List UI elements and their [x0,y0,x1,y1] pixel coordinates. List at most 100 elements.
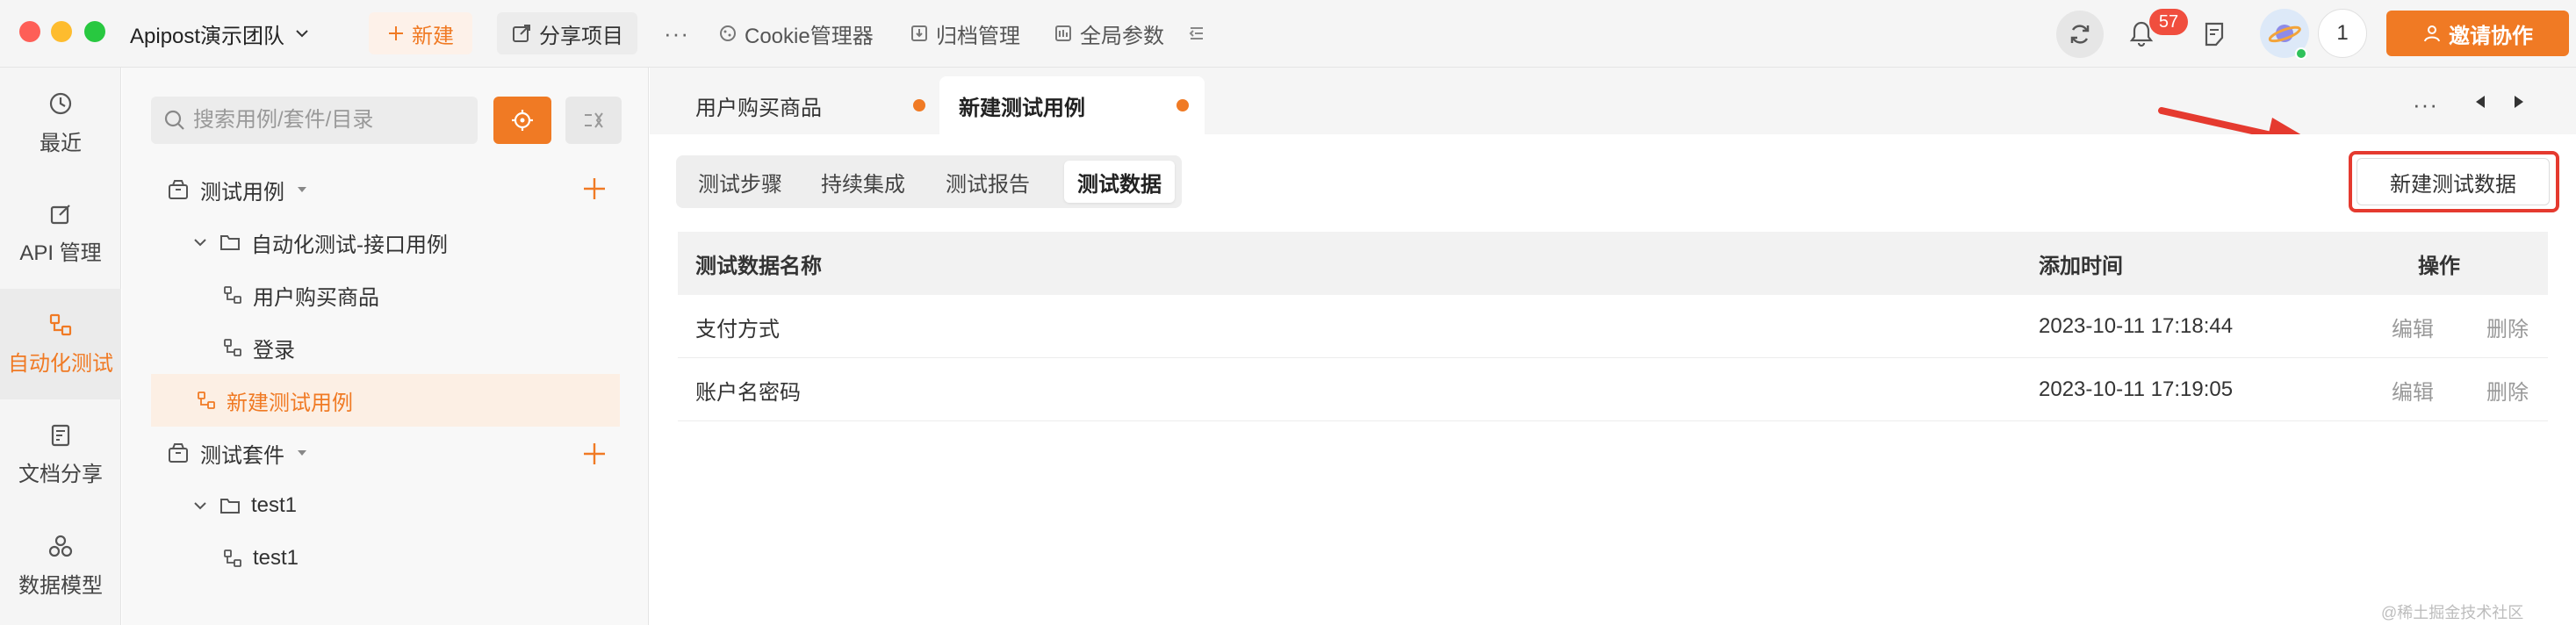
header-ops: 操作 [2418,254,2460,278]
add-test-suite-icon[interactable] [581,441,608,467]
header-time: 添加时间 [2039,254,2123,278]
tree-folder-test1[interactable]: test1 [191,479,297,532]
tab-buy-product[interactable]: 用户购买商品 [650,76,939,134]
global-params-label: 全局参数 [1080,24,1164,48]
folder-icon [219,233,241,252]
flow-icon [223,285,242,305]
caret-down-icon [295,183,309,197]
tree-search[interactable] [151,97,478,144]
invite-label: 邀请协作 [2449,24,2533,48]
tree-row-label: 用户购买商品 [253,285,379,310]
tree-row-label: test1 [251,493,298,517]
notification-badge: 57 [2149,9,2188,35]
cookie-icon [718,24,738,43]
nav-item-label: 数据模型 [18,573,103,598]
model-icon [47,533,74,559]
sub-tab-group: 测试步骤 持续集成 测试报告 测试数据 [676,155,1182,208]
tree-group-test-cases[interactable]: 测试用例 [167,163,309,216]
nav-item-api-management[interactable]: API 管理 [0,178,121,289]
chevron-down-icon [293,25,311,42]
new-button-label: 新建 [412,24,454,48]
cell-time: 2023-10-11 17:18:44 [2039,314,2234,338]
cell-name: 账户名密码 [695,380,801,405]
cell-time: 2023-10-11 17:19:05 [2039,377,2234,401]
nav-item-doc-share[interactable]: 文档分享 [0,399,121,510]
search-input[interactable] [191,107,472,133]
delete-link[interactable]: 删除 [2486,358,2529,421]
archive-manager-button[interactable]: 归档管理 [910,12,1020,54]
edit-link[interactable]: 编辑 [2392,358,2434,421]
tree-row-label: 测试套件 [200,443,284,468]
more-menu-button[interactable]: ··· [664,12,689,54]
subtab-test-report[interactable]: 测试报告 [931,161,1045,203]
collapse-all-button[interactable] [565,97,622,144]
share-project-button[interactable]: 分享项目 [497,12,637,54]
tab-new-test-case[interactable]: 新建测试用例 [939,76,1205,134]
global-params-button[interactable]: 全局参数 [1054,12,1164,54]
caret-down-icon [295,446,309,460]
delete-link[interactable]: 删除 [2486,295,2529,358]
chevron-down-icon [191,233,209,251]
package-icon [167,442,190,464]
crosshair-icon [510,108,535,133]
tree-case-buy-product[interactable]: 用户购买商品 [223,269,379,321]
subtab-ci[interactable]: 持续集成 [806,161,920,203]
unsaved-dot-icon [913,99,925,111]
unsaved-dot-icon [1176,99,1189,111]
tree-row-label: test1 [253,546,299,570]
tab-label: 新建测试用例 [959,96,1085,120]
window-minimize-button[interactable] [51,21,72,42]
subtab-test-steps[interactable]: 测试步骤 [683,161,797,203]
table-row[interactable]: 支付方式 2023-10-11 17:18:44 编辑 删除 [678,295,2548,358]
nav-item-automation-test[interactable]: 自动化测试 [0,289,121,399]
notes-icon[interactable] [2202,21,2227,47]
clock-icon [47,90,74,117]
collapse-icon [581,108,606,133]
archive-manager-label: 归档管理 [936,24,1020,48]
tree-row-label: 测试用例 [200,180,284,205]
tab-next-icon[interactable] [2511,93,2527,111]
cell-name: 支付方式 [695,317,780,341]
table-row[interactable]: 账户名密码 2023-10-11 17:19:05 编辑 删除 [678,358,2548,421]
flow-icon [48,312,73,337]
invite-collaborate-button[interactable]: 邀请协作 [2386,11,2569,56]
nav-item-data-model[interactable]: 数据模型 [0,510,121,621]
header-name: 测试数据名称 [695,254,822,278]
window-zoom-button[interactable] [84,21,105,42]
online-status-dot [2295,47,2307,60]
tab-more-button[interactable]: ··· [2413,91,2438,119]
cookie-manager-button[interactable]: Cookie管理器 [718,12,874,54]
share-icon [511,23,532,44]
user-icon [2422,24,2442,43]
tab-label: 用户购买商品 [695,96,822,120]
collapse-menu-icon[interactable] [1187,12,1206,54]
sync-button[interactable] [2056,11,2104,58]
team-selector[interactable]: Apipost演示团队 [130,16,311,51]
add-test-case-icon[interactable] [581,176,608,202]
table-header: 测试数据名称 添加时间 操作 [678,232,2548,295]
tree-case-new-test-case[interactable]: 新建测试用例 [151,374,620,427]
online-user-count[interactable]: 1 [2318,9,2367,58]
folder-icon [219,496,241,515]
nav-item-recent[interactable]: 最近 [0,68,121,178]
tree-case-test1[interactable]: test1 [223,532,299,585]
params-icon [1054,24,1073,43]
chevron-down-icon [191,497,209,514]
window-close-button[interactable] [19,21,40,42]
subtab-test-data[interactable]: 测试数据 [1064,161,1175,203]
tree-folder-automation[interactable]: 自动化测试-接口用例 [191,216,448,269]
tree-case-login[interactable]: 登录 [223,321,295,374]
package-icon [167,178,190,201]
locate-button[interactable] [493,97,551,144]
edit-link[interactable]: 编辑 [2392,295,2434,358]
tree-group-test-suites[interactable]: 测试套件 [167,427,309,479]
tab-prev-icon[interactable] [2472,93,2488,111]
nav-item-label: 自动化测试 [8,351,113,376]
flow-icon [223,338,242,357]
archive-icon [910,24,929,43]
tree-row-label: 登录 [253,338,295,363]
case-tree-panel [122,68,649,625]
annotation-highlight-box [2349,151,2559,212]
tree-row-label: 自动化测试-接口用例 [251,233,448,257]
new-button[interactable]: 新建 [369,12,472,54]
